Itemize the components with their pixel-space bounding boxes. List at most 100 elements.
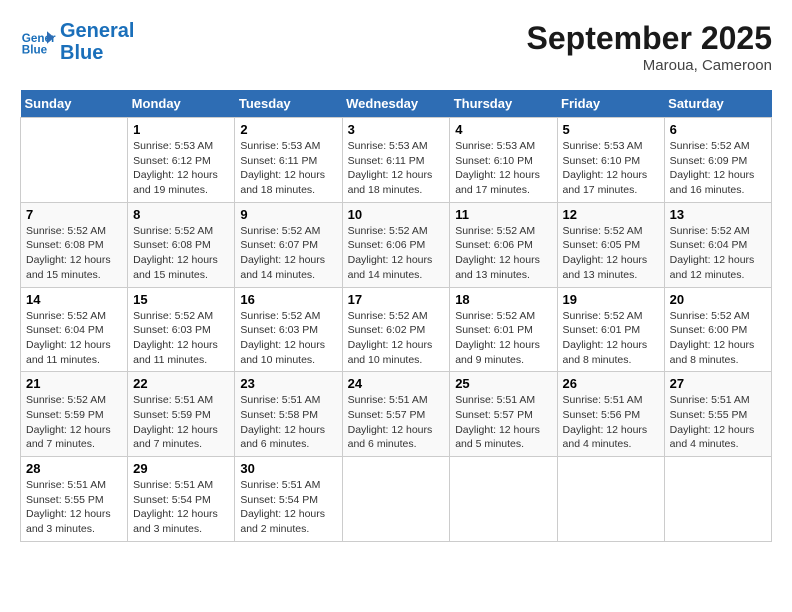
day-number: 26 xyxy=(563,376,659,391)
calendar-cell: 12 Sunrise: 5:52 AM Sunset: 6:05 PM Dayli… xyxy=(557,202,664,287)
calendar-cell: 18 Sunrise: 5:52 AM Sunset: 6:01 PM Dayli… xyxy=(450,287,557,372)
calendar-cell: 22Sunrise: 5:51 AM Sunset: 5:59 PM Dayli… xyxy=(128,372,235,457)
day-number: 10 xyxy=(348,207,445,222)
day-info: Sunrise: 5:53 AM Sunset: 6:11 PM Dayligh… xyxy=(348,139,445,198)
calendar-cell: 27Sunrise: 5:51 AM Sunset: 5:55 PM Dayli… xyxy=(664,372,771,457)
calendar-cell: 28 Sunrise: 5:51 AM Sunset: 5:55 PM Dayli… xyxy=(21,457,128,542)
location: Maroua, Cameroon xyxy=(527,57,772,74)
day-number: 4 xyxy=(455,122,551,137)
day-info: Sunrise: 5:51 AM Sunset: 5:54 PM Dayligh… xyxy=(133,478,229,537)
day-number: 3 xyxy=(348,122,445,137)
day-info: Sunrise: 5:52 AM Sunset: 6:09 PM Dayligh… xyxy=(670,139,766,198)
calendar-cell: 16 Sunrise: 5:52 AM Sunset: 6:03 PM Dayli… xyxy=(235,287,342,372)
calendar-week-2: 7 Sunrise: 5:52 AM Sunset: 6:08 PM Daylig… xyxy=(21,202,772,287)
day-info: Sunrise: 5:52 AM Sunset: 6:03 PM Dayligh… xyxy=(133,309,229,368)
day-number: 2 xyxy=(240,122,336,137)
calendar-cell xyxy=(557,457,664,542)
day-info: Sunrise: 5:51 AM Sunset: 5:57 PM Dayligh… xyxy=(348,393,445,452)
logo: General Blue General Blue xyxy=(20,20,134,64)
day-number: 8 xyxy=(133,207,229,222)
day-number: 12 xyxy=(563,207,659,222)
calendar-cell: 6 Sunrise: 5:52 AM Sunset: 6:09 PM Daylig… xyxy=(664,118,771,203)
day-number: 15 xyxy=(133,292,229,307)
calendar-cell: 19Sunrise: 5:52 AM Sunset: 6:01 PM Dayli… xyxy=(557,287,664,372)
logo-icon: General Blue xyxy=(20,24,56,60)
calendar-cell: 15 Sunrise: 5:52 AM Sunset: 6:03 PM Dayli… xyxy=(128,287,235,372)
day-number: 18 xyxy=(455,292,551,307)
day-info: Sunrise: 5:52 AM Sunset: 6:07 PM Dayligh… xyxy=(240,224,336,283)
day-number: 30 xyxy=(240,461,336,476)
calendar-header-saturday: Saturday xyxy=(664,90,771,118)
day-info: Sunrise: 5:53 AM Sunset: 6:11 PM Dayligh… xyxy=(240,139,336,198)
calendar-cell: 8Sunrise: 5:52 AM Sunset: 6:08 PM Daylig… xyxy=(128,202,235,287)
day-info: Sunrise: 5:52 AM Sunset: 6:02 PM Dayligh… xyxy=(348,309,445,368)
calendar-table: SundayMondayTuesdayWednesdayThursdayFrid… xyxy=(20,90,772,542)
day-info: Sunrise: 5:52 AM Sunset: 6:08 PM Dayligh… xyxy=(26,224,122,283)
calendar-cell: 3 Sunrise: 5:53 AM Sunset: 6:11 PM Daylig… xyxy=(342,118,450,203)
calendar-header-tuesday: Tuesday xyxy=(235,90,342,118)
calendar-cell: 10 Sunrise: 5:52 AM Sunset: 6:06 PM Dayli… xyxy=(342,202,450,287)
calendar-cell: 24 Sunrise: 5:51 AM Sunset: 5:57 PM Dayli… xyxy=(342,372,450,457)
day-number: 14 xyxy=(26,292,122,307)
calendar-cell: 29 Sunrise: 5:51 AM Sunset: 5:54 PM Dayli… xyxy=(128,457,235,542)
day-info: Sunrise: 5:52 AM Sunset: 5:59 PM Dayligh… xyxy=(26,393,122,452)
calendar-cell: 17Sunrise: 5:52 AM Sunset: 6:02 PM Dayli… xyxy=(342,287,450,372)
calendar-cell: 5 Sunrise: 5:53 AM Sunset: 6:10 PM Daylig… xyxy=(557,118,664,203)
day-info: Sunrise: 5:52 AM Sunset: 6:04 PM Dayligh… xyxy=(670,224,766,283)
day-number: 16 xyxy=(240,292,336,307)
day-info: Sunrise: 5:51 AM Sunset: 5:55 PM Dayligh… xyxy=(26,478,122,537)
day-number: 9 xyxy=(240,207,336,222)
day-info: Sunrise: 5:51 AM Sunset: 5:54 PM Dayligh… xyxy=(240,478,336,537)
day-number: 11 xyxy=(455,207,551,222)
day-number: 21 xyxy=(26,376,122,391)
calendar-cell: 7 Sunrise: 5:52 AM Sunset: 6:08 PM Daylig… xyxy=(21,202,128,287)
day-info: Sunrise: 5:53 AM Sunset: 6:10 PM Dayligh… xyxy=(563,139,659,198)
day-info: Sunrise: 5:52 AM Sunset: 6:06 PM Dayligh… xyxy=(348,224,445,283)
day-number: 28 xyxy=(26,461,122,476)
calendar-cell: 26 Sunrise: 5:51 AM Sunset: 5:56 PM Dayli… xyxy=(557,372,664,457)
day-number: 6 xyxy=(670,122,766,137)
logo-line2: Blue xyxy=(60,42,134,64)
calendar-cell: 20Sunrise: 5:52 AM Sunset: 6:00 PM Dayli… xyxy=(664,287,771,372)
day-info: Sunrise: 5:53 AM Sunset: 6:10 PM Dayligh… xyxy=(455,139,551,198)
month-title: September 2025 xyxy=(527,20,772,57)
day-number: 23 xyxy=(240,376,336,391)
calendar-cell xyxy=(21,118,128,203)
day-number: 24 xyxy=(348,376,445,391)
day-info: Sunrise: 5:53 AM Sunset: 6:12 PM Dayligh… xyxy=(133,139,229,198)
day-number: 7 xyxy=(26,207,122,222)
day-number: 22 xyxy=(133,376,229,391)
day-number: 13 xyxy=(670,207,766,222)
svg-text:Blue: Blue xyxy=(22,44,48,57)
calendar-cell: 21 Sunrise: 5:52 AM Sunset: 5:59 PM Dayli… xyxy=(21,372,128,457)
calendar-header-thursday: Thursday xyxy=(450,90,557,118)
calendar-cell: 30 Sunrise: 5:51 AM Sunset: 5:54 PM Dayli… xyxy=(235,457,342,542)
day-info: Sunrise: 5:52 AM Sunset: 6:05 PM Dayligh… xyxy=(563,224,659,283)
day-info: Sunrise: 5:51 AM Sunset: 5:58 PM Dayligh… xyxy=(240,393,336,452)
day-info: Sunrise: 5:52 AM Sunset: 6:06 PM Dayligh… xyxy=(455,224,551,283)
calendar-cell: 25 Sunrise: 5:51 AM Sunset: 5:57 PM Dayli… xyxy=(450,372,557,457)
day-info: Sunrise: 5:51 AM Sunset: 5:56 PM Dayligh… xyxy=(563,393,659,452)
day-info: Sunrise: 5:52 AM Sunset: 6:01 PM Dayligh… xyxy=(455,309,551,368)
day-number: 5 xyxy=(563,122,659,137)
calendar-cell: 2 Sunrise: 5:53 AM Sunset: 6:11 PM Daylig… xyxy=(235,118,342,203)
calendar-body: 1Sunrise: 5:53 AM Sunset: 6:12 PM Daylig… xyxy=(21,118,772,542)
calendar-cell: 1Sunrise: 5:53 AM Sunset: 6:12 PM Daylig… xyxy=(128,118,235,203)
day-info: Sunrise: 5:52 AM Sunset: 6:03 PM Dayligh… xyxy=(240,309,336,368)
calendar-header-row: SundayMondayTuesdayWednesdayThursdayFrid… xyxy=(21,90,772,118)
calendar-cell: 4 Sunrise: 5:53 AM Sunset: 6:10 PM Daylig… xyxy=(450,118,557,203)
day-info: Sunrise: 5:51 AM Sunset: 5:57 PM Dayligh… xyxy=(455,393,551,452)
day-number: 20 xyxy=(670,292,766,307)
calendar-cell: 14 Sunrise: 5:52 AM Sunset: 6:04 PM Dayli… xyxy=(21,287,128,372)
logo-line1: General xyxy=(60,20,134,42)
calendar-cell: 23 Sunrise: 5:51 AM Sunset: 5:58 PM Dayli… xyxy=(235,372,342,457)
calendar-header-monday: Monday xyxy=(128,90,235,118)
calendar-week-3: 14 Sunrise: 5:52 AM Sunset: 6:04 PM Dayli… xyxy=(21,287,772,372)
day-info: Sunrise: 5:52 AM Sunset: 6:04 PM Dayligh… xyxy=(26,309,122,368)
calendar-header-friday: Friday xyxy=(557,90,664,118)
calendar-header-sunday: Sunday xyxy=(21,90,128,118)
day-number: 29 xyxy=(133,461,229,476)
day-number: 25 xyxy=(455,376,551,391)
page-header: General Blue General Blue September 2025… xyxy=(20,20,772,74)
day-number: 19 xyxy=(563,292,659,307)
